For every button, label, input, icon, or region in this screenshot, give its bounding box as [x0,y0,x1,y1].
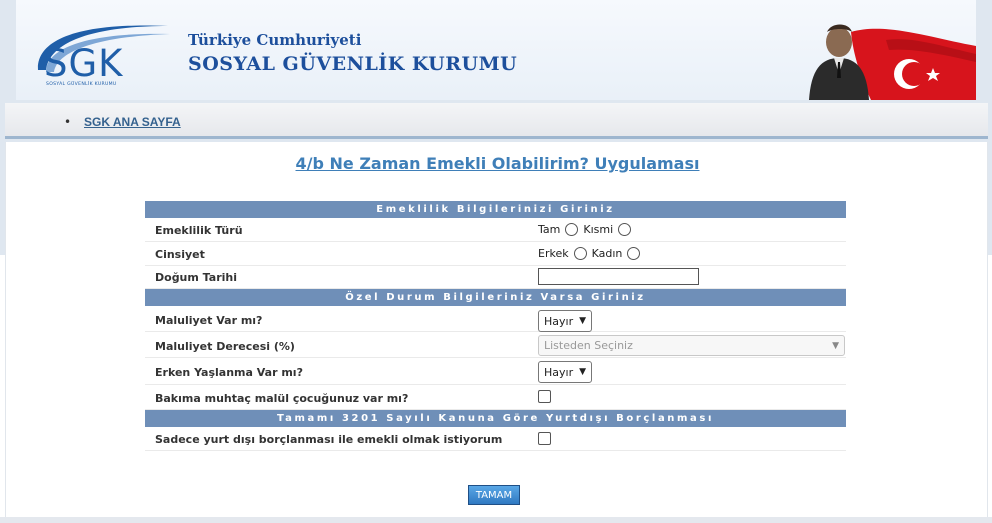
logo-subtitle: SOSYAL GÜVENLİK KURUMU [46,82,117,87]
row-gender: Cinsiyet Erkek Kadın [145,242,846,266]
row-disability-degree: Maluliyet Derecesi (%) Listeden Seçiniz … [145,332,846,358]
abroad-only-checkbox[interactable] [538,432,551,445]
radio-erkek[interactable] [573,247,587,260]
chevron-down-icon: ▼ [832,340,839,351]
row-retirement-type: Emeklilik Türü Tam Kısmi [145,218,846,242]
row-disability: Maluliyet Var mı? Hayır ▼ [145,306,846,332]
chevron-down-icon: ▼ [579,316,587,326]
disability-select[interactable]: Hayır ▼ [538,310,593,332]
radio-tam[interactable] [565,223,579,236]
option-label-kadin: Kadın [591,247,623,260]
header-title-republic: Türkiye Cumhuriyeti [188,31,362,49]
label-disability-degree: Maluliyet Derecesi (%) [155,340,295,353]
main-content: 4/b Ne Zaman Emekli Olabilirim? Uygulama… [5,142,988,523]
label-disability: Maluliyet Var mı? [155,314,263,327]
chevron-down-icon: ▼ [579,367,587,377]
early-aging-select[interactable]: Hayır ▼ [538,361,593,383]
nav-link-sgk-home[interactable]: SGK ANA SAYFA [84,115,181,129]
ataturk-flag-banner-image [809,24,976,100]
option-label-kismi: Kısmi [583,223,614,236]
label-birth-date: Doğum Tarihi [155,271,237,284]
birth-date-input[interactable] [538,268,699,285]
row-birth-date: Doğum Tarihi [145,266,846,289]
row-disabled-child: Bakıma muhtaç malül çocuğunuz var mı? [145,385,846,410]
label-disabled-child: Bakıma muhtaç malül çocuğunuz var mı? [155,392,409,405]
early-aging-select-value: Hayır [544,365,574,379]
option-label-erkek: Erkek [538,247,569,260]
section-header-retirement-info: Emeklilik Bilgilerinizi Giriniz [145,201,846,218]
section-header-abroad-debt: Tamamı 3201 Sayılı Kanuna Göre Yurtdışı … [145,410,846,427]
radio-kismi[interactable] [618,223,632,236]
sgk-logo[interactable]: SGK SOSYAL GÜVENLİK KURUMU [28,18,178,88]
label-early-aging: Erken Yaşlanma Var mı? [155,366,303,379]
label-abroad-only: Sadece yurt dışı borçlanması ile emekli … [155,433,503,446]
radio-kadin[interactable] [627,247,641,260]
submit-button[interactable]: TAMAM [468,485,520,505]
option-label-tam: Tam [538,223,561,236]
disability-degree-select[interactable]: Listeden Seçiniz ▼ [538,335,845,356]
disability-degree-select-value: Listeden Seçiniz [544,339,633,352]
nav-bullet-icon: • [64,115,72,129]
logo-text: SGK [44,42,124,85]
site-header: SGK SOSYAL GÜVENLİK KURUMU Türkiye Cumhu… [16,0,976,100]
retirement-form: Emeklilik Bilgilerinizi Giriniz Emeklili… [145,201,846,451]
label-retirement-type: Emeklilik Türü [155,224,243,237]
row-abroad-only: Sadece yurt dışı borçlanması ile emekli … [145,427,846,451]
disability-select-value: Hayır [544,314,574,328]
label-gender: Cinsiyet [155,248,205,261]
top-navigation: • SGK ANA SAYFA [5,103,988,139]
page-bottom-edge [0,517,992,523]
header-title-institution: SOSYAL GÜVENLİK KURUMU [188,53,518,75]
page-title[interactable]: 4/b Ne Zaman Emekli Olabilirim? Uygulama… [6,154,989,173]
page: SGK SOSYAL GÜVENLİK KURUMU Türkiye Cumhu… [5,0,988,523]
row-early-aging: Erken Yaşlanma Var mı? Hayır ▼ [145,358,846,385]
disabled-child-checkbox[interactable] [538,390,551,403]
section-header-special-status: Özel Durum Bilgileriniz Varsa Giriniz [145,289,846,306]
